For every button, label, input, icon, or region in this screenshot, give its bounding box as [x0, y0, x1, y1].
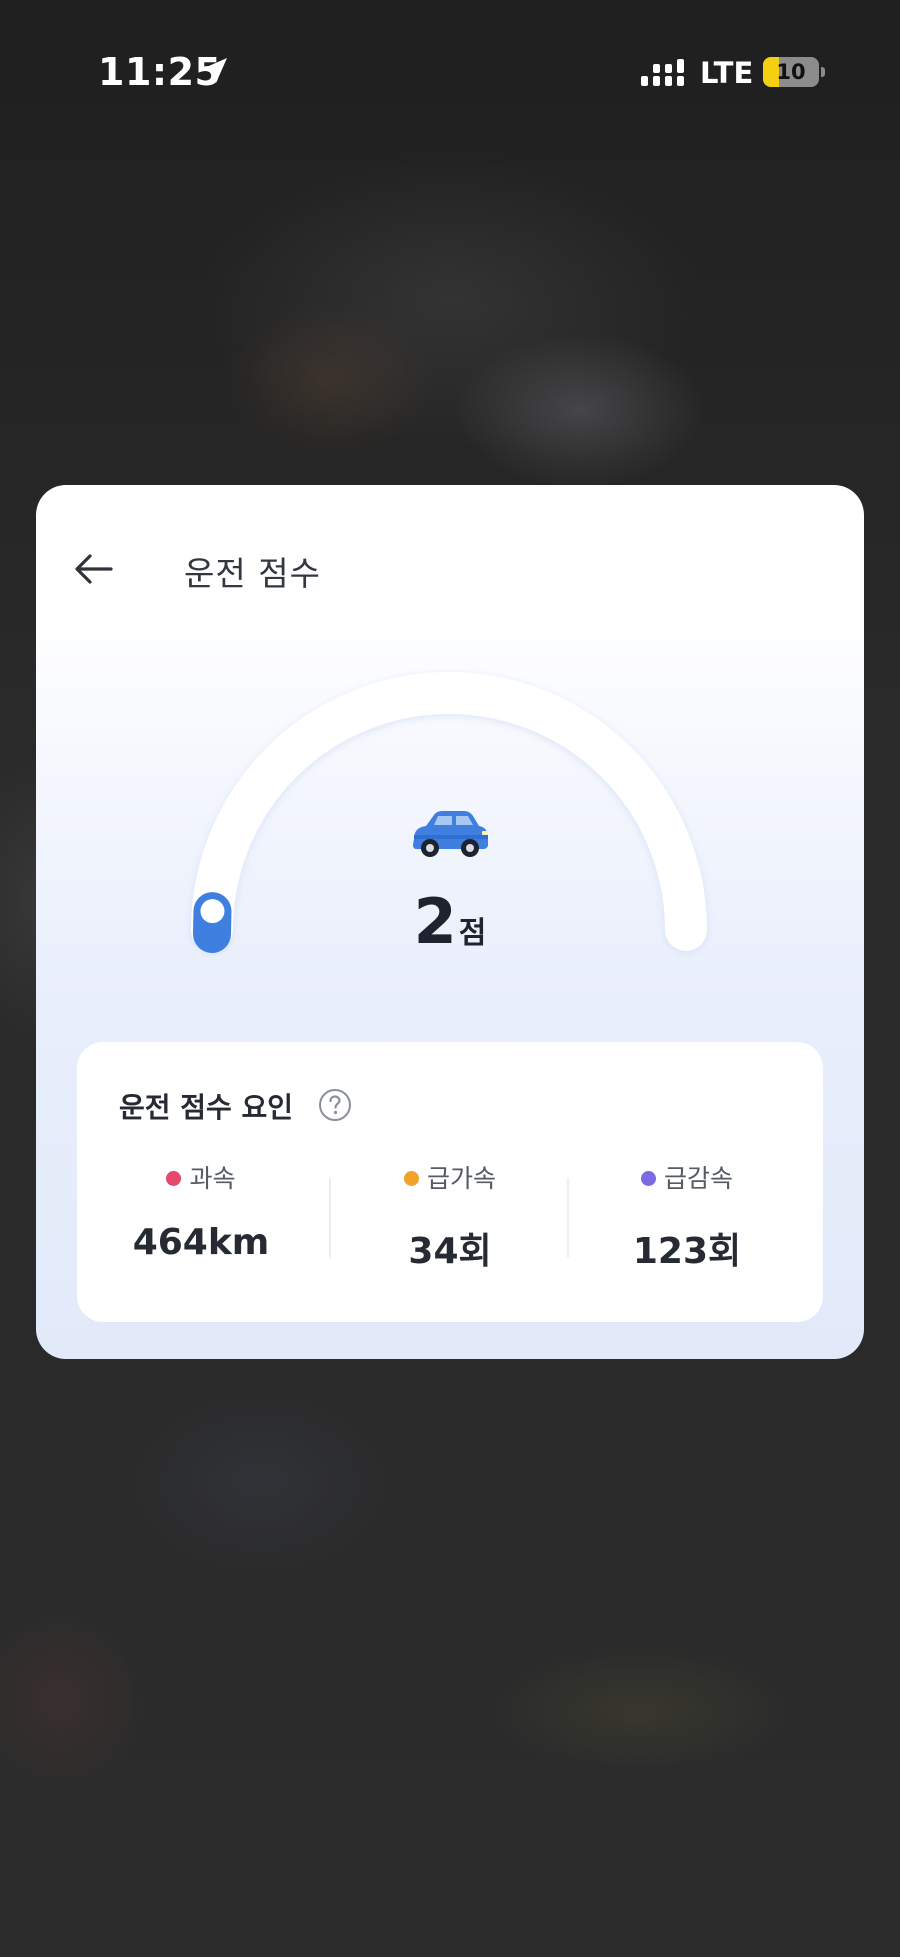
driving-score-card: 운전 점수 2점 운전 점수 요인 과속 464km 급가속 34회 급감속 1… [36, 485, 864, 1359]
deceleration-dot [640, 1170, 656, 1186]
status-bar: 11:25 LTE 10 [0, 0, 900, 150]
score-display: 2점 [36, 885, 864, 958]
factor-label-row: 급가속 [326, 1162, 574, 1196]
signal-icon [641, 59, 684, 86]
battery-icon: 10 [763, 57, 825, 87]
factor-value: 123회 [632, 1231, 742, 1272]
battery-body: 10 [763, 57, 819, 87]
score-factors-panel: 운전 점수 요인 과속 464km 급가속 34회 급감속 123회 [77, 1042, 823, 1322]
acceleration-dot [403, 1170, 419, 1186]
factor-label-row: 급감속 [563, 1162, 811, 1196]
location-arrow-icon [202, 58, 227, 83]
speeding-dot [166, 1170, 182, 1186]
factors-title: 운전 점수 요인 [119, 1091, 294, 1124]
factor-speeding: 과속 464km [77, 1162, 325, 1263]
factor-rapid-acceleration: 급가속 34회 [326, 1162, 574, 1274]
network-type: LTE [700, 56, 754, 90]
car-icon [413, 811, 488, 857]
factor-label: 급감속 [663, 1164, 733, 1193]
score-value: 2 [413, 885, 457, 958]
factor-value: 34회 [408, 1231, 492, 1272]
battery-level: 10 [776, 60, 806, 84]
score-unit: 점 [458, 916, 487, 951]
battery-cap [821, 67, 825, 77]
factor-value: 464km [132, 1222, 270, 1263]
factor-label: 급가속 [426, 1164, 496, 1193]
factor-label: 과속 [189, 1164, 236, 1193]
factor-label-row: 과속 [77, 1162, 325, 1196]
question-mark-icon[interactable] [318, 1088, 352, 1122]
factor-rapid-deceleration: 급감속 123회 [563, 1162, 811, 1274]
